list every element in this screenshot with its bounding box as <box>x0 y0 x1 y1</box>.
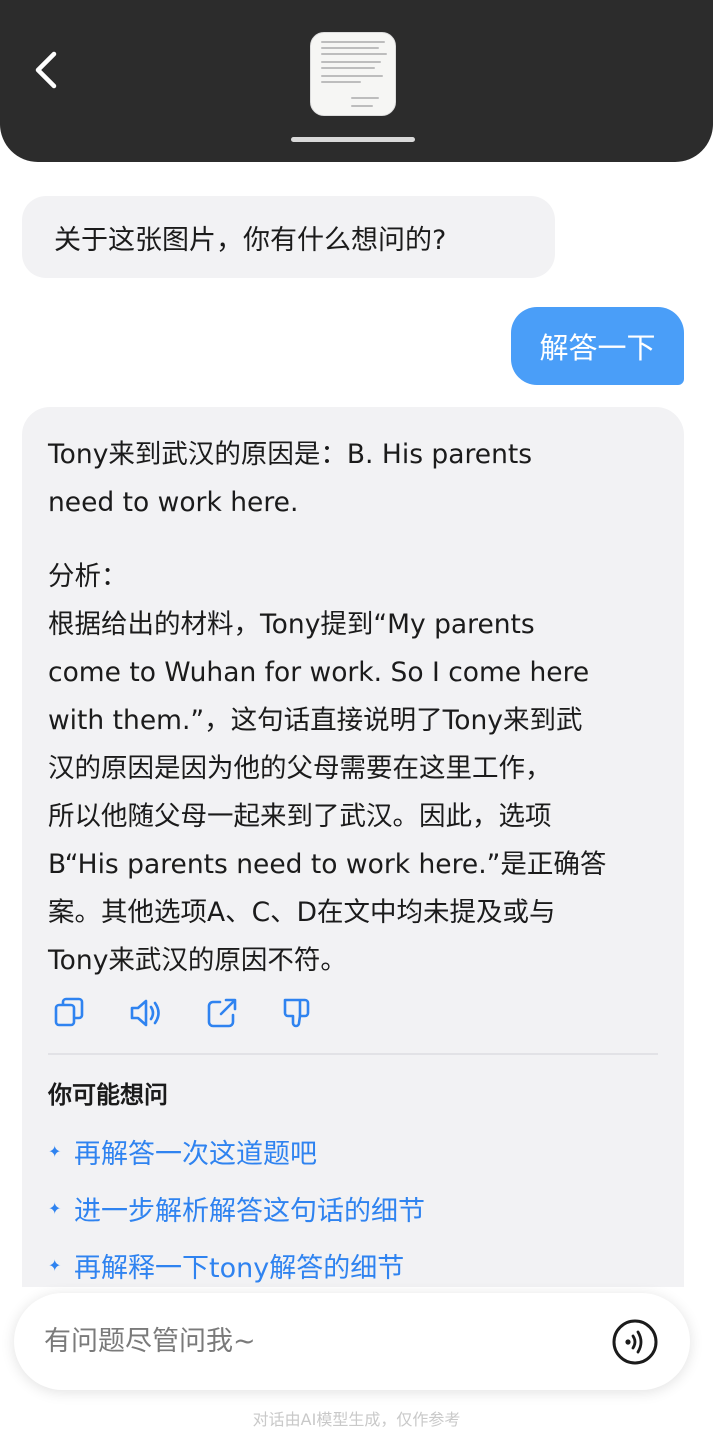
analysis-line: B“His parents need to work here.”是正确答 <box>48 849 607 880</box>
read-aloud-button[interactable] <box>128 995 164 1031</box>
sparkle-icon: ✦ <box>48 1142 62 1161</box>
chat-input[interactable] <box>44 1293 604 1390</box>
answer-text: Tony来到武汉的原因是：B. His parents need to work… <box>48 431 658 985</box>
suggestion-item[interactable]: ✦ 进一步解析解答这句话的细节 <box>48 1189 425 1228</box>
analysis-line: 汉的原因是因为他的父母需要在这里工作， <box>48 753 552 784</box>
voice-icon <box>612 1319 658 1365</box>
dislike-button[interactable] <box>280 995 316 1031</box>
suggestion-item[interactable]: ✦ 再解释一下tony解答的细节 <box>48 1246 404 1285</box>
chevron-left-icon <box>35 51 57 89</box>
suggestion-item[interactable]: ✦ 再解答一次这道题吧 <box>48 1132 317 1171</box>
analysis-line: 根据给出的材料，Tony提到“My parents <box>48 609 535 640</box>
suggestion-text: 再解释一下tony解答的细节 <box>74 1253 405 1284</box>
share-button[interactable] <box>204 995 240 1031</box>
suggestions-title: 你可能想问 <box>48 1081 168 1109</box>
image-thumbnail[interactable] <box>310 32 396 116</box>
divider <box>48 1053 658 1055</box>
sparkle-icon: ✦ <box>48 1256 62 1275</box>
drag-handle[interactable] <box>291 137 415 142</box>
user-message-bubble: 解答一下 <box>511 307 684 385</box>
analysis-line: 案。其他选项A、C、D在文中均未提及或与 <box>48 897 556 928</box>
chat-input-bar <box>14 1293 690 1390</box>
suggestion-text: 进一步解析解答这句话的细节 <box>74 1196 425 1227</box>
analysis-line: with them.”，这句话直接说明了Tony来到武 <box>48 705 583 736</box>
sparkle-icon: ✦ <box>48 1199 62 1218</box>
suggestion-text: 再解答一次这道题吧 <box>74 1139 317 1170</box>
answer-card: Tony来到武汉的原因是：B. His parents need to work… <box>22 407 684 1287</box>
ai-disclaimer: 对话由AI模型生成，仅作参考 <box>252 1410 461 1429</box>
bot-greeting-text: 关于这张图片，你有什么想问的? <box>54 224 447 256</box>
copy-icon <box>54 997 84 1027</box>
back-button[interactable] <box>28 46 68 94</box>
analysis-line: Tony来武汉的原因不符。 <box>48 945 347 976</box>
user-message-text: 解答一下 <box>539 331 656 365</box>
voice-button[interactable] <box>611 1318 659 1366</box>
speaker-icon <box>130 999 160 1027</box>
answer-line: Tony来到武汉的原因是：B. His parents <box>48 439 533 470</box>
analysis-line: 所以他随父母一起来到了武汉。因此，选项 <box>48 801 552 832</box>
thumbs-down-icon <box>283 998 310 1028</box>
top-header <box>0 0 713 162</box>
analysis-label: 分析： <box>48 561 128 592</box>
bot-greeting-bubble: 关于这张图片，你有什么想问的? <box>22 196 555 278</box>
copy-button[interactable] <box>52 995 88 1031</box>
analysis-line: come to Wuhan for work. So I come here <box>48 657 590 688</box>
share-icon <box>207 998 237 1028</box>
answer-line: need to work here. <box>48 487 299 518</box>
